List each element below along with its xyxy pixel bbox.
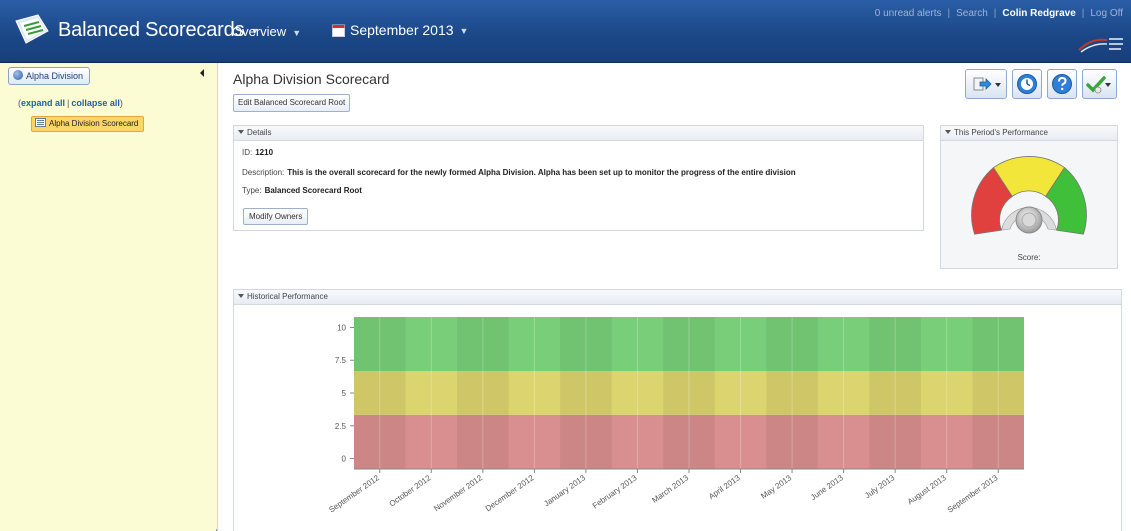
approve-button[interactable] [1082,69,1117,99]
chevron-down-icon: ▼ [459,26,469,37]
chevron-down-icon: ▼ [292,27,302,38]
x-tick-label: December 2012 [484,473,536,513]
description-value: This is the overall scorecard for the ne… [287,168,796,177]
type-value: Balanced Scorecard Root [264,186,362,195]
modify-owners-button[interactable]: Modify Owners [243,208,309,225]
x-tick-label: February 2013 [591,473,639,511]
y-tick-label: 7.5 [335,356,347,365]
collapse-all-link[interactable]: collapse all [71,98,120,108]
performance-header[interactable]: This Period's Performance [941,126,1117,141]
tree-controls: (expand all | collapse all) [18,98,123,108]
export-button[interactable] [965,69,1007,99]
y-tick-label: 5 [342,389,347,398]
historical-performance-panel: Historical Performance 10 7.5 5 2.5 0 Septemb… [233,289,1122,531]
y-tick-label: 0 [342,455,347,464]
type-row: Type: Balanced Scorecard Root [242,186,362,195]
details-panel: Details ID: 1210 Description: This is the … [233,125,924,231]
id-row: ID: 1210 [242,148,274,157]
x-tick-label: August 2013 [906,473,948,506]
performance-panel: This Period's Performance Score: [940,125,1118,269]
y-tick-label: 10 [337,323,346,332]
x-tick-label: October 2012 [388,473,433,508]
collapse-triangle-icon [945,130,951,134]
x-tick-label: July 2013 [863,473,897,500]
top-links: 0 unread alerts | Search | Colin Redgrave | Lo… [874,8,1123,19]
history-button[interactable] [1012,69,1042,99]
collapse-panel-icon[interactable] [200,69,204,77]
help-icon [1052,74,1072,94]
score-label: Score: [1017,253,1041,262]
globe-icon [13,70,23,80]
x-tick-label: November 2012 [432,473,484,513]
top-bar: Balanced Scorecards ▼ Overview ▼ September… [0,0,1131,63]
tree-item-alpha-division-scorecard[interactable]: Alpha Division Scorecard [31,116,145,132]
historical-performance-header[interactable]: Historical Performance [234,290,1121,305]
scorecard-logo-icon[interactable] [14,13,50,47]
history-icon [1017,74,1037,94]
expand-all-link[interactable]: expand all [21,98,65,108]
performance-gauge [971,156,1087,235]
x-tick-label: January 2013 [542,473,587,508]
x-tick-label: September 2013 [946,473,1000,515]
y-tick-label: 2.5 [335,422,347,431]
division-selector-button[interactable]: Alpha Division [8,67,91,85]
calendar-icon [332,24,345,37]
toolbar [965,69,1117,99]
app-title[interactable]: Balanced Scorecards ▼ [58,19,259,42]
details-header[interactable]: Details [234,126,923,141]
chevron-down-icon [995,83,1001,87]
collapse-triangle-icon [238,130,244,134]
x-tick-label: April 2013 [707,473,742,501]
user-name[interactable]: Colin Redgrave [1002,8,1075,19]
edit-root-button[interactable]: Edit Balanced Scorecard Root [233,94,351,112]
page-title: Alpha Division Scorecard [233,71,390,87]
x-tick-label: May 2013 [759,473,793,501]
alerts-link[interactable]: 0 unread alerts [875,8,942,19]
scorecard-icon [35,118,46,127]
period-selector[interactable]: September 2013 ▼ [332,22,468,38]
institute-logo-icon [1078,38,1123,53]
nav-overview-menu[interactable]: Overview ▼ [232,24,301,39]
collapse-triangle-icon [238,294,244,298]
logoff-link[interactable]: Log Off [1090,8,1123,19]
approve-icon [1086,76,1106,94]
x-tick-label: June 2013 [809,473,845,502]
chevron-down-icon [1105,83,1111,87]
search-link[interactable]: Search [956,8,988,19]
id-value: 1210 [255,148,274,157]
x-tick-label: March 2013 [650,473,690,505]
historical-performance-chart: 10 7.5 5 2.5 0 September 2012 October 2012 Nove… [327,317,1024,515]
help-button[interactable] [1047,69,1077,99]
export-icon [973,77,992,91]
x-tick-label: September 2012 [327,473,381,515]
left-panel: Alpha Division (expand all | collapse all)… [0,63,218,531]
description-row: Description: This is the overall scorecar… [242,168,796,177]
